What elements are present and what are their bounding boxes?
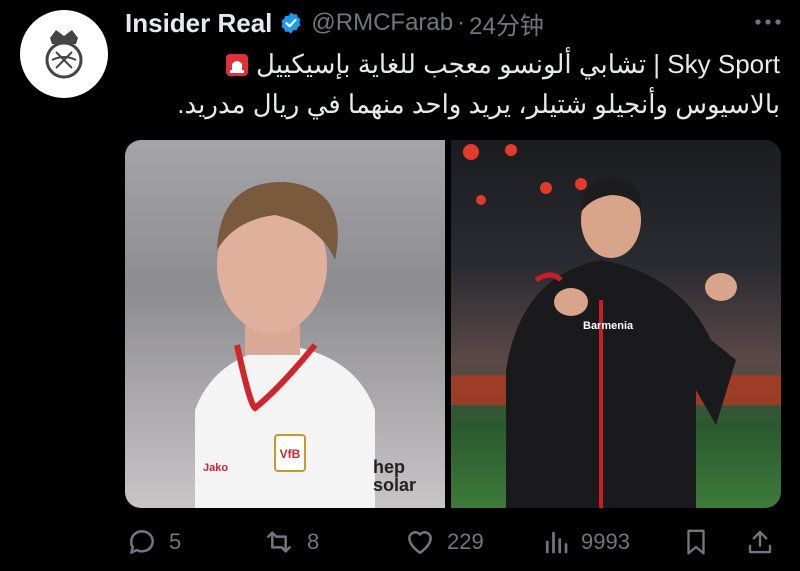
real-madrid-crest-icon <box>45 30 83 79</box>
svg-text:VfB: VfB <box>280 447 301 461</box>
tweet-header: Insider Real @RMCFarab · 24分钟 <box>125 4 544 42</box>
player-photo-left[interactable]: VfB hep solar Jako <box>125 140 445 508</box>
like-button[interactable]: 229 <box>403 522 484 562</box>
more-options-icon[interactable] <box>752 10 784 34</box>
bookmark-button[interactable] <box>681 522 711 562</box>
reply-button[interactable]: 5 <box>125 522 181 562</box>
views-chart-icon <box>545 531 568 554</box>
jersey-sponsor-text: hep solar <box>373 457 417 495</box>
reply-count: 5 <box>169 529 182 554</box>
like-count: 229 <box>447 529 484 554</box>
jersey-sponsor: hep solar <box>373 458 443 494</box>
retweet-icon <box>267 531 291 553</box>
share-button[interactable] <box>745 522 775 562</box>
heart-icon <box>408 531 432 554</box>
verified-badge-icon <box>279 11 303 35</box>
time-separator: · <box>457 9 466 36</box>
bookmark-icon <box>687 529 705 555</box>
tweet-text-line-1: Sky Sport | تشابي ألونسو معجب للغاية بإس… <box>120 44 780 84</box>
tweet-text-line-1-content: Sky Sport | تشابي ألونسو معجب للغاية بإس… <box>256 49 780 79</box>
jacket-sponsor: Barmenia <box>583 320 634 332</box>
reply-icon <box>130 530 154 554</box>
tweet-text: Sky Sport | تشابي ألونسو معجب للغاية بإس… <box>120 44 780 124</box>
tweet-text-line-2: بالاسيوس وأنجيلو شتيلر، يريد واحد منهما … <box>177 89 780 119</box>
share-icon <box>748 530 772 554</box>
author-name[interactable]: Insider Real <box>125 8 272 39</box>
tweet-actions: 5 8 229 9993 <box>125 522 781 562</box>
jersey-brand: Jako <box>203 462 229 474</box>
retweet-count: 8 <box>307 529 320 554</box>
tweet-media[interactable]: VfB hep solar Jako Barmenia <box>125 140 781 508</box>
avatar[interactable] <box>20 10 108 98</box>
author-handle[interactable]: @RMCFarab <box>311 9 453 37</box>
player-photo-right[interactable]: Barmenia <box>451 140 781 508</box>
retweet-button[interactable]: 8 <box>261 522 319 562</box>
rotating-light-icon <box>225 54 248 76</box>
tweet-timestamp[interactable]: 24分钟 <box>469 6 544 41</box>
views-button[interactable]: 9993 <box>541 522 630 562</box>
view-count: 9993 <box>581 529 630 554</box>
player-left-illustration: VfB <box>195 181 375 508</box>
